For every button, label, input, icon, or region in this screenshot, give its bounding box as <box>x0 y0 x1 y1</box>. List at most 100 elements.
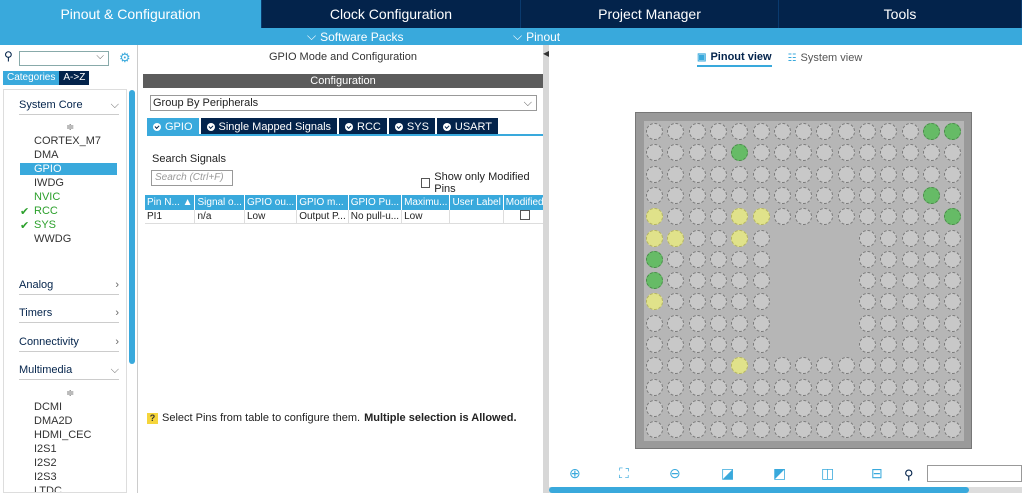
chip-pin[interactable] <box>795 378 813 396</box>
chip-pin[interactable] <box>880 144 898 162</box>
chip-pin[interactable] <box>688 336 706 353</box>
tab-pinout-view[interactable]: ▣ Pinout view <box>697 51 772 67</box>
chip-pin[interactable] <box>688 229 706 247</box>
column-header-gpio-mode[interactable]: GPIO m... <box>296 195 349 210</box>
chip-pin[interactable] <box>646 357 663 375</box>
chip-pin[interactable] <box>901 357 919 375</box>
chip-pin[interactable] <box>859 357 876 375</box>
tab-clock-configuration[interactable]: Clock Configuration <box>262 0 521 28</box>
chip-pin[interactable] <box>922 293 940 311</box>
tab-categories[interactable]: Categories <box>3 71 60 85</box>
flip-vertical-icon[interactable]: ⊟ <box>871 465 883 482</box>
chip-pin[interactable] <box>922 123 940 140</box>
chip-pin[interactable] <box>773 378 791 396</box>
column-header-gpio-output[interactable]: GPIO ou... <box>244 195 298 210</box>
chip-pin[interactable] <box>667 399 685 417</box>
chip-pin[interactable] <box>816 421 834 439</box>
chip-pin[interactable] <box>901 144 919 162</box>
chip-pin[interactable] <box>837 144 855 162</box>
chip-pin[interactable] <box>859 336 876 353</box>
chip-pin[interactable] <box>731 293 749 311</box>
chip-pin[interactable] <box>731 272 749 290</box>
tab-system-view[interactable]: ☷ System view <box>788 51 863 67</box>
chip-pin[interactable] <box>688 378 706 396</box>
chip-pin[interactable] <box>837 123 855 140</box>
chip-pin[interactable] <box>731 314 749 332</box>
chip-pin[interactable] <box>922 272 940 290</box>
horizontal-scrollbar[interactable] <box>549 487 1022 493</box>
chip-pin[interactable] <box>944 123 962 140</box>
chip-pin[interactable] <box>880 123 898 140</box>
chip-pin[interactable] <box>709 186 727 204</box>
chip-pin[interactable] <box>880 229 898 247</box>
chip-pin[interactable] <box>816 123 834 140</box>
chip-pin[interactable] <box>922 144 940 162</box>
chip-pin[interactable] <box>837 378 855 396</box>
cell-user-label[interactable] <box>449 210 504 224</box>
chip-pin[interactable] <box>944 186 962 204</box>
group-connectivity[interactable]: Connectivity › <box>19 336 119 352</box>
group-system-core[interactable]: System Core ⌵ <box>19 99 119 115</box>
chip-pin[interactable] <box>901 229 919 247</box>
chip-pin[interactable] <box>646 399 663 417</box>
tab-project-manager[interactable]: Project Manager <box>521 0 779 28</box>
column-header-gpio-pull[interactable]: GPIO Pu... <box>348 195 403 210</box>
group-analog[interactable]: Analog › <box>19 279 119 295</box>
tree-item-nvic[interactable]: NVIC <box>34 191 60 203</box>
chip-pin[interactable] <box>667 421 685 439</box>
chip-pin[interactable] <box>880 208 898 226</box>
chip-pin[interactable] <box>944 357 962 375</box>
chip-pin[interactable] <box>646 123 663 140</box>
tab-pinout-configuration[interactable]: Pinout & Configuration <box>0 0 262 28</box>
chip-pin[interactable] <box>880 357 898 375</box>
chevron-down-icon[interactable]: ⌵ <box>96 51 104 62</box>
chip-pin[interactable] <box>709 144 727 162</box>
chip-pin[interactable] <box>901 208 919 226</box>
chip-pin[interactable] <box>773 357 791 375</box>
checkbox[interactable] <box>421 178 431 188</box>
tab-single-mapped-signals[interactable]: Single Mapped Signals <box>200 118 338 135</box>
chip-pin[interactable] <box>816 208 834 226</box>
chip-pin[interactable] <box>688 250 706 268</box>
tab-tools[interactable]: Tools <box>779 0 1022 28</box>
chip-pin[interactable] <box>901 336 919 353</box>
tree-item-hdmi-cec[interactable]: HDMI_CEC <box>34 429 91 441</box>
chip-pin[interactable] <box>837 208 855 226</box>
chip-pin[interactable] <box>859 123 876 140</box>
chip-pin[interactable] <box>922 165 940 183</box>
chip-pin[interactable] <box>667 229 685 247</box>
chip-pin[interactable] <box>709 336 727 353</box>
tree-item-wwdg[interactable]: WWDG <box>34 233 71 245</box>
chip-pin[interactable] <box>901 421 919 439</box>
chip-pin[interactable] <box>773 186 791 204</box>
chip-pin[interactable] <box>922 357 940 375</box>
chip-pin[interactable] <box>880 399 898 417</box>
chip-pin[interactable] <box>731 123 749 140</box>
chip-pin[interactable] <box>859 399 876 417</box>
chip-pin[interactable] <box>688 186 706 204</box>
chip-pin[interactable] <box>688 123 706 140</box>
chip-pin[interactable] <box>859 272 876 290</box>
chip-pin[interactable] <box>773 421 791 439</box>
chip-pin[interactable] <box>922 314 940 332</box>
chip-pin[interactable] <box>880 421 898 439</box>
tree-item-i2s2[interactable]: I2S2 <box>34 457 57 469</box>
chip-pin[interactable] <box>859 229 876 247</box>
chip-pin[interactable] <box>752 314 770 332</box>
show-only-modified-toggle[interactable]: Show only Modified Pins <box>421 171 543 195</box>
chip-pin[interactable] <box>667 357 685 375</box>
chip-pin[interactable] <box>901 314 919 332</box>
chip-pin[interactable] <box>880 314 898 332</box>
chip-pin[interactable] <box>922 229 940 247</box>
column-header-modified[interactable]: Modified <box>503 195 547 210</box>
chip-pin[interactable] <box>667 144 685 162</box>
chip-pin[interactable] <box>773 208 791 226</box>
chip-pin[interactable] <box>709 272 727 290</box>
chip-pin[interactable] <box>646 229 663 247</box>
tab-sys[interactable]: SYS <box>388 118 435 135</box>
chip-pin[interactable] <box>752 272 770 290</box>
column-header-pin[interactable]: Pin N... ▲ <box>145 195 196 210</box>
chip-pin[interactable] <box>944 165 962 183</box>
chip-pin[interactable] <box>646 421 663 439</box>
tree-item-iwdg[interactable]: IWDG <box>34 177 64 189</box>
